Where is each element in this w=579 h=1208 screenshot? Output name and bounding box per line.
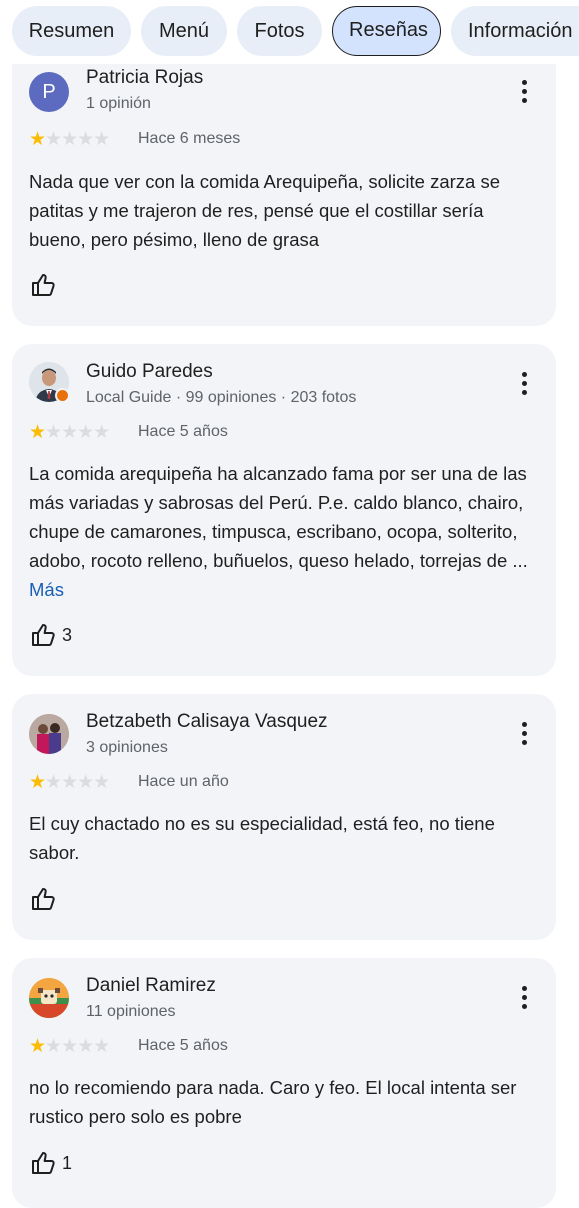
review-card: Betzabeth Calisaya Vasquez 3 opiniones ★… <box>12 694 556 940</box>
read-more-link[interactable]: Más <box>29 579 64 600</box>
thumb-up-icon <box>32 274 55 296</box>
reviewer-meta: 11 opiniones <box>86 1003 176 1020</box>
like-count: 3 <box>62 624 73 645</box>
profile-photo-icon <box>29 978 69 1018</box>
reviewer-name[interactable]: Guido Paredes <box>86 361 213 383</box>
like-button[interactable] <box>30 271 62 299</box>
reviewer-meta: Local Guide · 99 opiniones · 203 fotos <box>86 389 357 406</box>
like-button[interactable]: 1 <box>30 1149 72 1177</box>
avatar[interactable] <box>29 978 69 1018</box>
like-count: 1 <box>62 1152 73 1173</box>
review-card: Guido Paredes Local Guide · 99 opiniones… <box>12 344 556 676</box>
thumb-up-icon <box>32 888 55 910</box>
tab-resenas[interactable]: Reseñas <box>332 6 441 56</box>
review-time: Hace 5 años <box>138 1037 228 1054</box>
reviewer-name[interactable]: Daniel Ramirez <box>86 975 216 997</box>
thumb-up-icon <box>32 624 55 646</box>
local-guide-badge-icon <box>55 388 70 403</box>
tab-resumen[interactable]: Resumen <box>12 6 131 56</box>
tab-informacion[interactable]: Información <box>451 6 579 56</box>
review-card: P Patricia Rojas 1 opinión ★★★★★ Hace 6 … <box>12 40 556 326</box>
tab-fotos[interactable]: Fotos <box>237 6 322 56</box>
star-rating: ★★★★★ <box>29 1036 110 1057</box>
more-options-icon[interactable] <box>520 80 528 106</box>
tab-bar: Resumen Menú Fotos Reseñas Información <box>0 0 579 64</box>
tab-menu[interactable]: Menú <box>141 6 227 56</box>
review-text: El cuy chactado no es su especialidad, e… <box>29 813 495 863</box>
profile-photo-icon <box>29 714 69 754</box>
avatar[interactable]: P <box>29 72 69 112</box>
more-options-icon[interactable] <box>520 722 528 748</box>
review-card: Daniel Ramirez 11 opiniones ★★★★★ Hace 5… <box>12 958 556 1208</box>
review-time: Hace un año <box>138 773 229 790</box>
review-text: La comida arequipeña ha alcanzado fama p… <box>29 459 544 604</box>
like-button[interactable] <box>30 885 62 913</box>
review-time: Hace 6 meses <box>138 130 241 147</box>
like-button[interactable]: 3 <box>30 621 72 649</box>
reviewer-name[interactable]: Patricia Rojas <box>86 67 203 89</box>
review-text: Nada que ver con la comida Arequipeña, s… <box>29 171 500 250</box>
reviewer-meta: 1 opinión <box>86 95 151 112</box>
thumb-up-icon <box>32 1152 55 1174</box>
avatar[interactable] <box>29 714 69 754</box>
review-time: Hace 5 años <box>138 423 228 440</box>
reviewer-meta: 3 opiniones <box>86 739 168 756</box>
review-text: no lo recomiendo para nada. Caro y feo. … <box>29 1077 517 1127</box>
review-text-body: La comida arequipeña ha alcanzado fama p… <box>29 463 528 571</box>
star-rating: ★★★★★ <box>29 772 110 793</box>
star-rating: ★★★★★ <box>29 422 110 443</box>
reviewer-name[interactable]: Betzabeth Calisaya Vasquez <box>86 711 328 733</box>
more-options-icon[interactable] <box>520 986 528 1012</box>
more-options-icon[interactable] <box>520 372 528 398</box>
star-rating: ★★★★★ <box>29 129 110 150</box>
